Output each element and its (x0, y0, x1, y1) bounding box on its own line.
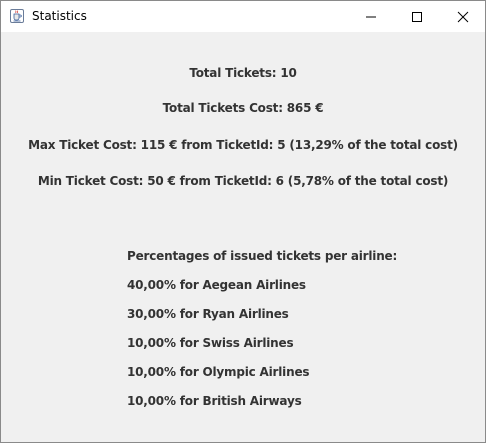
close-icon (457, 11, 469, 23)
window-title: Statistics (32, 9, 87, 23)
airline-percentage-item: 30,00% for Ryan Airlines (127, 307, 289, 321)
airline-percentages-heading: Percentages of issued tickets per airlin… (127, 249, 398, 263)
title-bar[interactable]: Statistics (1, 1, 485, 32)
statistics-window: Statistics Total Tickets: 10 Total Ticke… (0, 0, 486, 443)
max-ticket-cost-label: Max Ticket Cost: 115 € from TicketId: 5 … (28, 138, 458, 152)
maximize-button[interactable] (394, 1, 440, 32)
java-cup-icon (10, 9, 24, 23)
maximize-icon (412, 12, 422, 22)
minimize-icon (366, 16, 376, 18)
total-tickets-label: Total Tickets: 10 (189, 66, 297, 80)
airline-percentage-item: 10,00% for British Airways (127, 394, 302, 408)
minimize-button[interactable] (348, 1, 394, 32)
airline-percentage-item: 10,00% for Swiss Airlines (127, 336, 294, 350)
total-cost-label: Total Tickets Cost: 865 € (162, 101, 324, 115)
airline-percentage-item: 40,00% for Aegean Airlines (127, 278, 306, 292)
min-ticket-cost-label: Min Ticket Cost: 50 € from TicketId: 6 (… (37, 174, 449, 188)
statistics-panel: Total Tickets: 10 Total Tickets Cost: 86… (1, 32, 485, 442)
close-button[interactable] (440, 1, 486, 32)
airline-percentage-item: 10,00% for Olympic Airlines (127, 365, 310, 379)
